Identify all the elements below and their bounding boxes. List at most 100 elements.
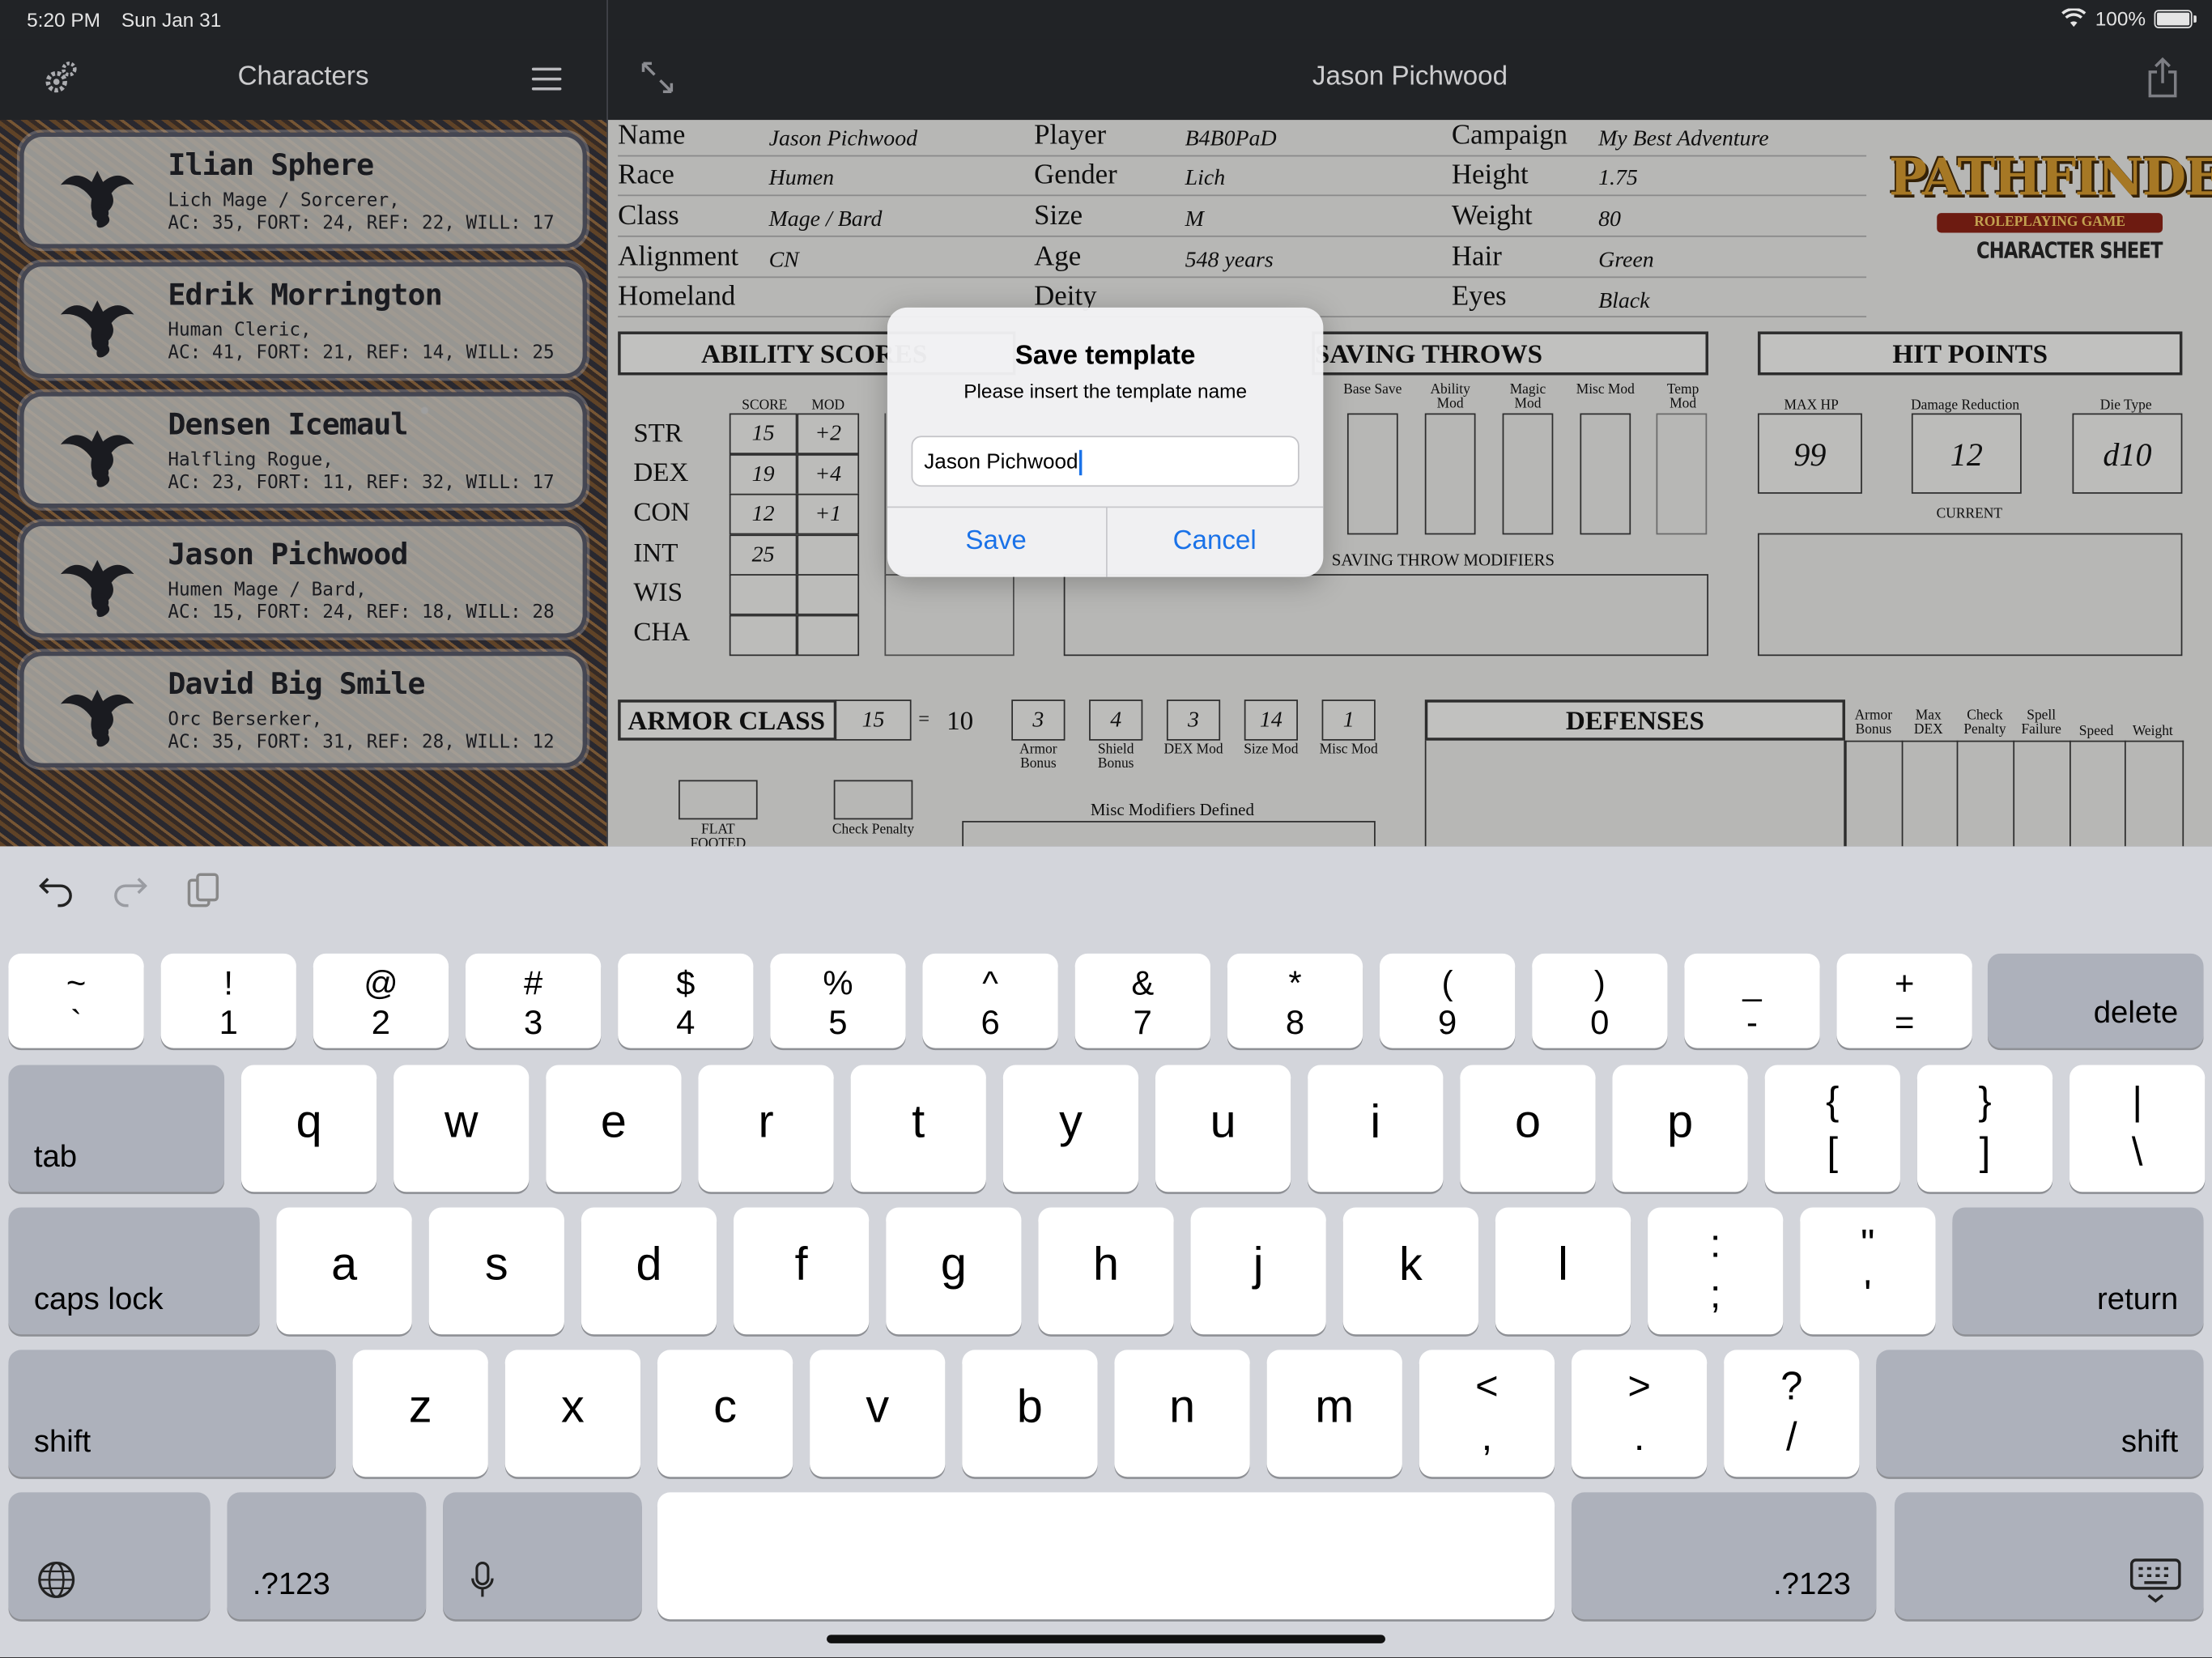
key-h[interactable]: h bbox=[1038, 1207, 1174, 1335]
key-7[interactable]: & 7 bbox=[1074, 953, 1210, 1048]
eyes-value[interactable]: Black bbox=[1598, 289, 1649, 314]
character-card[interactable]: Edrik Morrington Human Cleric, AC: 41, F… bbox=[19, 262, 587, 378]
ability-score[interactable]: 15 bbox=[729, 413, 798, 455]
misc-mod-value[interactable]: 1 bbox=[1321, 699, 1376, 741]
name-value[interactable]: Jason Pichwood bbox=[769, 127, 918, 152]
key-a[interactable]: a bbox=[276, 1207, 412, 1335]
key-o[interactable]: o bbox=[1460, 1065, 1596, 1192]
cancel-button[interactable]: Cancel bbox=[1106, 507, 1323, 577]
ability-mod[interactable]: +4 bbox=[797, 454, 860, 495]
key-z[interactable]: z bbox=[352, 1350, 488, 1477]
shield-bonus-value[interactable]: 4 bbox=[1089, 699, 1143, 741]
key-6[interactable]: ^ 6 bbox=[922, 953, 1058, 1048]
undo-icon[interactable] bbox=[36, 872, 76, 912]
flat-footed-box[interactable] bbox=[678, 780, 758, 820]
check-penalty-box[interactable] bbox=[833, 780, 913, 820]
space-key[interactable] bbox=[657, 1492, 1555, 1620]
key-w[interactable]: w bbox=[393, 1065, 530, 1192]
shift-left-key[interactable]: shift bbox=[8, 1350, 336, 1477]
campaign-value[interactable]: My Best Adventure bbox=[1598, 127, 1769, 152]
key-0[interactable]: ) 0 bbox=[1532, 953, 1668, 1048]
key-[[interactable]: {[ bbox=[1764, 1065, 1900, 1192]
key-'[interactable]: " ' bbox=[1800, 1207, 1936, 1335]
character-card[interactable]: David Big Smile Orc Berserker, AC: 35, F… bbox=[19, 651, 587, 767]
key-r[interactable]: r bbox=[698, 1065, 834, 1192]
ability-mod[interactable] bbox=[797, 574, 860, 615]
misc-mod-boxes[interactable] bbox=[1580, 413, 1631, 535]
temp-ability-box[interactable] bbox=[884, 574, 1015, 657]
key-.[interactable]: >. bbox=[1571, 1350, 1708, 1477]
template-name-input[interactable]: Jason Pichwood bbox=[911, 436, 1300, 487]
armor-bonus-value[interactable]: 3 bbox=[1011, 699, 1066, 741]
key-1[interactable]: ! 1 bbox=[160, 953, 296, 1048]
weight-value[interactable]: 80 bbox=[1598, 207, 1621, 232]
misc-modifiers-box[interactable] bbox=[962, 821, 1376, 847]
key-2[interactable]: @2 bbox=[313, 953, 449, 1048]
key-j[interactable]: j bbox=[1190, 1207, 1326, 1335]
share-icon[interactable] bbox=[2147, 57, 2178, 99]
return-key[interactable]: return bbox=[1952, 1207, 2204, 1335]
age-value[interactable]: 548 years bbox=[1185, 249, 1274, 274]
ability-mod[interactable] bbox=[797, 614, 860, 657]
hide-keyboard-key[interactable] bbox=[1894, 1492, 2204, 1620]
key-][interactable]: }] bbox=[1916, 1065, 2053, 1192]
caps-lock-key[interactable]: caps lock bbox=[8, 1207, 260, 1335]
ability-score[interactable]: 12 bbox=[729, 493, 798, 535]
key-v[interactable]: v bbox=[810, 1350, 946, 1477]
key-=[interactable]: + = bbox=[1836, 953, 1972, 1048]
menu-hamburger-icon[interactable] bbox=[531, 67, 562, 91]
key-s[interactable]: s bbox=[428, 1207, 564, 1335]
current-hp-box[interactable] bbox=[1757, 533, 2183, 657]
character-card[interactable]: Ilian Sphere Lich Mage / Sorcerer, AC: 3… bbox=[19, 132, 587, 249]
key-3[interactable]: #3 bbox=[465, 953, 602, 1048]
key-y[interactable]: y bbox=[1002, 1065, 1139, 1192]
defenses-box[interactable] bbox=[1424, 740, 1845, 847]
key-,[interactable]: <, bbox=[1419, 1350, 1555, 1477]
key-u[interactable]: u bbox=[1155, 1065, 1291, 1192]
ability-score[interactable] bbox=[729, 614, 798, 657]
alignment-value[interactable]: CN bbox=[769, 249, 799, 274]
ability-mod[interactable]: +2 bbox=[797, 413, 860, 455]
key-g[interactable]: g bbox=[886, 1207, 1022, 1335]
magic-mod-boxes[interactable] bbox=[1502, 413, 1554, 535]
size-value[interactable]: M bbox=[1185, 207, 1204, 232]
key-f[interactable]: f bbox=[734, 1207, 870, 1335]
height-value[interactable]: 1.75 bbox=[1598, 167, 1638, 192]
key-;[interactable]: :; bbox=[1648, 1207, 1784, 1335]
hair-value[interactable]: Green bbox=[1598, 249, 1654, 274]
die-type-value[interactable]: d10 bbox=[2072, 413, 2183, 494]
key-\[interactable]: | \ bbox=[2069, 1065, 2206, 1192]
ability-score[interactable]: 25 bbox=[729, 534, 798, 576]
key-9[interactable]: (9 bbox=[1380, 953, 1516, 1048]
temp-mod-boxes[interactable] bbox=[1656, 413, 1708, 535]
size-mod-value[interactable]: 14 bbox=[1244, 699, 1298, 741]
ability-mod[interactable] bbox=[797, 534, 860, 576]
tab-key[interactable]: tab bbox=[8, 1065, 225, 1192]
race-value[interactable]: Humen bbox=[769, 167, 835, 192]
key-e[interactable]: e bbox=[546, 1065, 682, 1192]
key-4[interactable]: $4 bbox=[618, 953, 754, 1048]
ability-score[interactable] bbox=[729, 574, 798, 615]
redo-icon[interactable] bbox=[110, 872, 150, 912]
numbers-key-right[interactable]: .?123 bbox=[1571, 1492, 1877, 1620]
save-button[interactable]: Save bbox=[887, 507, 1104, 577]
key-5[interactable]: % 5 bbox=[770, 953, 906, 1048]
key-q[interactable]: q bbox=[240, 1065, 377, 1192]
damage-reduction-value[interactable]: 12 bbox=[1911, 413, 2022, 494]
key-c[interactable]: c bbox=[657, 1350, 793, 1477]
save-modifiers-box[interactable] bbox=[1063, 574, 1708, 657]
gender-value[interactable]: Lich bbox=[1185, 167, 1226, 192]
ability-mod[interactable]: +1 bbox=[797, 493, 860, 535]
ability-score[interactable]: 19 bbox=[729, 454, 798, 495]
character-card-selected[interactable]: Jason Pichwood Humen Mage / Bard, AC: 15… bbox=[19, 521, 587, 638]
armor-class-total[interactable]: 15 bbox=[835, 699, 912, 741]
globe-key[interactable] bbox=[8, 1492, 211, 1620]
ability-mod-boxes[interactable] bbox=[1424, 413, 1476, 535]
key-`[interactable]: ~ ` bbox=[8, 953, 144, 1048]
key-/[interactable]: ? / bbox=[1724, 1350, 1860, 1477]
shift-right-key[interactable]: shift bbox=[1876, 1350, 2204, 1477]
key-l[interactable]: l bbox=[1495, 1207, 1631, 1335]
dictation-key[interactable] bbox=[443, 1492, 642, 1620]
player-value[interactable]: B4B0PaD bbox=[1185, 127, 1277, 152]
key-t[interactable]: t bbox=[850, 1065, 986, 1192]
